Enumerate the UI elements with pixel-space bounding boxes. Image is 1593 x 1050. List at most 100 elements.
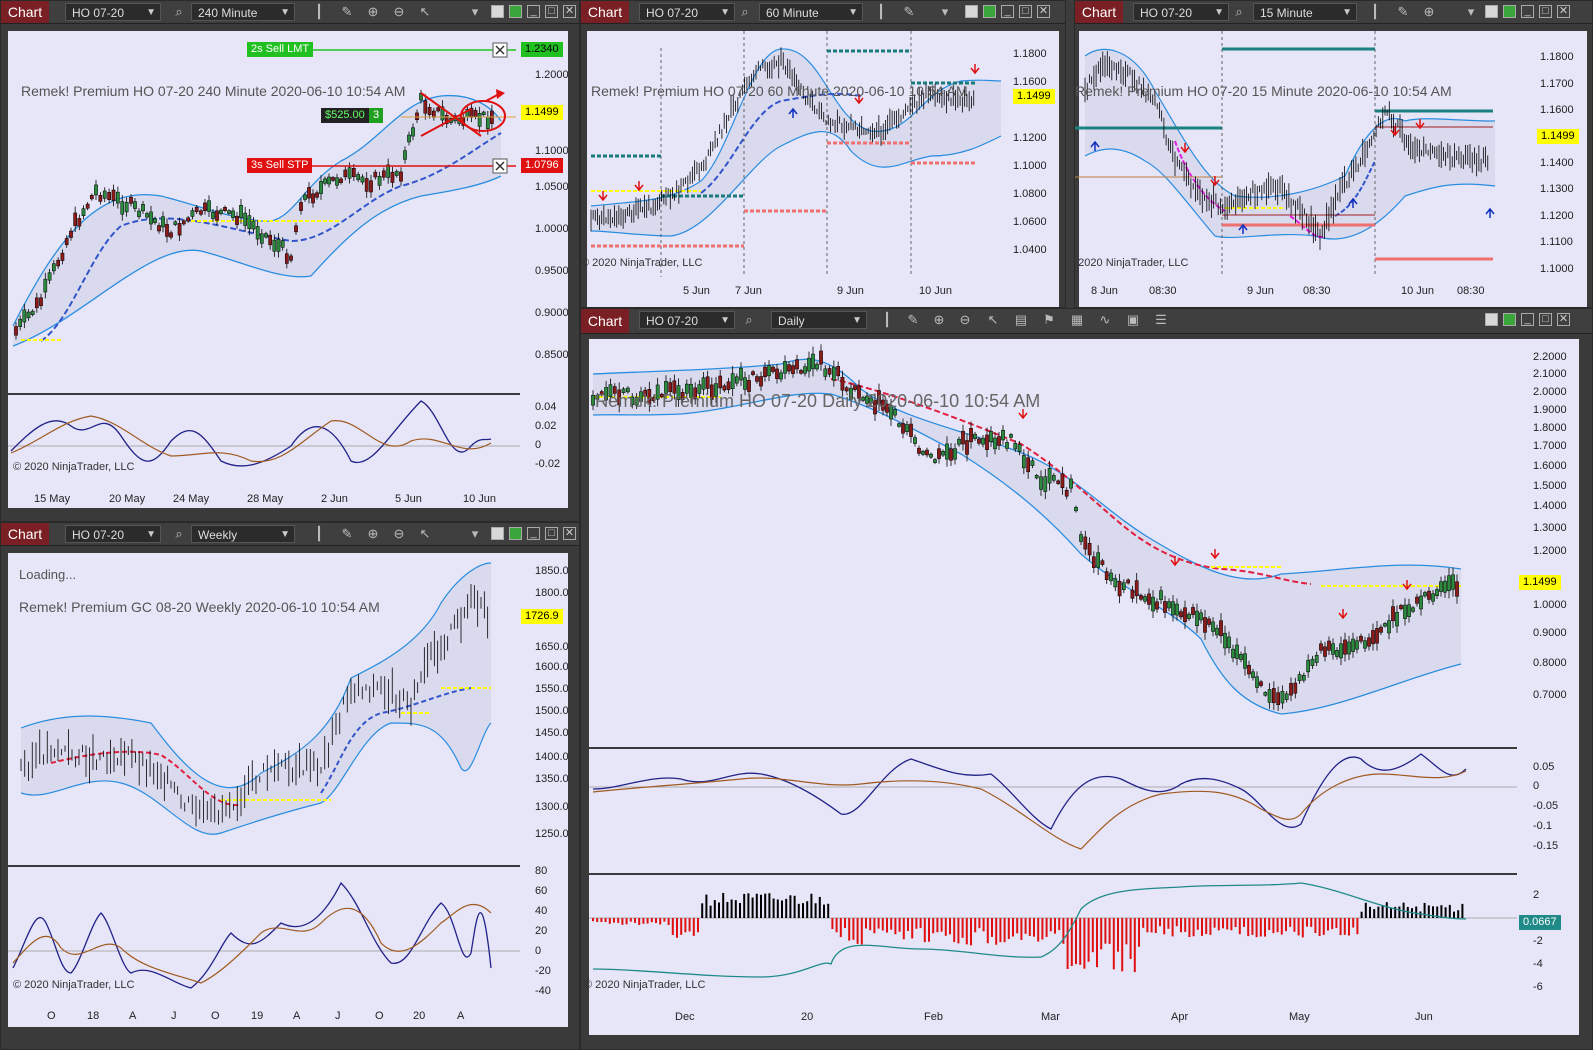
candle-body bbox=[1239, 654, 1243, 660]
price-label: 0.8500 bbox=[535, 349, 569, 361]
candle-body bbox=[1255, 676, 1259, 688]
candle-body bbox=[153, 218, 157, 223]
candle-body bbox=[783, 361, 787, 374]
time-label: Jun bbox=[1415, 1011, 1433, 1023]
oscillator-label: 0.02 bbox=[535, 420, 557, 432]
candle-body bbox=[165, 224, 169, 237]
candle-body bbox=[941, 451, 945, 456]
candle-body bbox=[1227, 636, 1231, 649]
candle-body bbox=[1159, 590, 1163, 600]
position-quantity[interactable]: 3 bbox=[369, 108, 384, 123]
time-label: O bbox=[375, 1010, 384, 1022]
candle-body bbox=[1139, 595, 1143, 600]
candle-body bbox=[840, 376, 845, 391]
chart-title: Remek! Premium HO 07-20 Daily 2020-06-10… bbox=[595, 391, 1041, 411]
candle-body bbox=[747, 380, 751, 392]
candle-body bbox=[182, 220, 186, 225]
candle-body bbox=[1092, 556, 1096, 568]
time-label: Mar bbox=[1041, 1011, 1060, 1023]
time-label: Apr bbox=[1171, 1011, 1189, 1023]
candle-body bbox=[933, 459, 937, 463]
candle-body bbox=[1407, 604, 1411, 617]
candle-body bbox=[1134, 580, 1139, 597]
candle-body bbox=[427, 107, 432, 116]
time-label: May bbox=[1289, 1011, 1310, 1023]
candle-body bbox=[1343, 639, 1347, 655]
candle-body bbox=[1267, 689, 1272, 703]
candle-body bbox=[827, 368, 832, 375]
candle-body bbox=[1379, 626, 1383, 633]
price-label: 1.1200 bbox=[1013, 132, 1047, 144]
candle-body bbox=[905, 424, 909, 433]
candle-body bbox=[1043, 476, 1048, 492]
loading-text: Loading... bbox=[19, 567, 77, 582]
price-label: 1.0000 bbox=[535, 223, 569, 235]
sell-limit-order-label[interactable]: 2s Sell LMT bbox=[247, 42, 314, 57]
time-label: 20 bbox=[413, 1010, 426, 1022]
price-label: 1.6000 bbox=[1533, 460, 1567, 472]
price-label: 0.7000 bbox=[1533, 689, 1567, 701]
price-label: 1.1100 bbox=[1540, 236, 1573, 248]
candle-body bbox=[1087, 543, 1092, 556]
candle-body bbox=[299, 202, 303, 211]
candle-body bbox=[701, 377, 706, 390]
candle-body bbox=[1243, 653, 1247, 669]
candle-body bbox=[1339, 643, 1343, 659]
candle-body bbox=[823, 368, 828, 377]
price-label: 1.1200 bbox=[1540, 210, 1574, 222]
candle-body bbox=[921, 450, 925, 455]
time-label: A bbox=[129, 1010, 137, 1022]
candle-body bbox=[1399, 605, 1403, 610]
time-label: 15 May bbox=[34, 493, 71, 505]
candle-body bbox=[69, 230, 73, 238]
time-label: 8 Jun bbox=[1091, 285, 1118, 297]
candle-body bbox=[407, 134, 411, 143]
histogram-label: -2 bbox=[1533, 935, 1543, 947]
candle-body bbox=[1056, 480, 1060, 484]
time-label: 08:30 bbox=[1457, 285, 1485, 297]
candle-body bbox=[89, 194, 94, 200]
candle-body bbox=[925, 449, 929, 456]
histogram-label: 2 bbox=[1533, 889, 1540, 901]
oscillator-label: -20 bbox=[535, 965, 551, 977]
candle-body bbox=[1272, 688, 1276, 704]
sell-stop-order-label[interactable]: 3s Sell STP bbox=[247, 158, 313, 173]
chart-window-15min: Chart HO 07-20 ▼ ⌕ 15 Minute ▼ ┃ ✎ ⊕ ▾ _ □… bbox=[1074, 0, 1593, 308]
candle-body bbox=[977, 438, 981, 444]
candle-body bbox=[1047, 468, 1052, 484]
candles-daily bbox=[589, 344, 1517, 978]
candle-body bbox=[235, 215, 239, 225]
candle-body bbox=[1203, 617, 1207, 633]
candle-body bbox=[157, 225, 161, 232]
price-label: 1.4000 bbox=[1533, 500, 1567, 512]
candle-body bbox=[1289, 683, 1293, 696]
candle-body bbox=[390, 171, 395, 183]
candle-body bbox=[1263, 692, 1268, 696]
candle-body bbox=[411, 127, 415, 137]
oscillator-label: 80 bbox=[535, 865, 548, 877]
candle-body bbox=[1034, 475, 1039, 479]
time-label: J bbox=[335, 1010, 341, 1022]
oscillator-label: 0 bbox=[1533, 780, 1540, 792]
candle-body bbox=[1280, 691, 1285, 704]
candle-body bbox=[347, 167, 352, 179]
candle-body bbox=[1302, 674, 1306, 681]
candle-body bbox=[1387, 620, 1391, 634]
candle-body bbox=[1415, 596, 1419, 604]
candle-body bbox=[473, 110, 478, 117]
sell-limit-price-tag: 1.2340 bbox=[521, 42, 563, 57]
candle-body bbox=[803, 366, 807, 374]
candle-body bbox=[811, 353, 815, 370]
price-label: 1.0000 bbox=[1533, 599, 1567, 611]
candle-body bbox=[276, 238, 281, 252]
time-label: 20 May bbox=[109, 493, 146, 505]
candle-body bbox=[219, 209, 223, 214]
price-label: 1550.0 bbox=[535, 683, 569, 695]
position-pnl[interactable]: $525.00 bbox=[321, 108, 369, 123]
candle-body bbox=[259, 233, 264, 244]
candle-body bbox=[14, 326, 18, 336]
chart-window-60min: Chart HO 07-20 ▼ ⌕ 60 Minute ▼ ┃ ✎ ▾ _ □ ✕ bbox=[580, 0, 1066, 308]
candle-body bbox=[1455, 581, 1459, 597]
candle-body bbox=[1022, 455, 1026, 469]
chart-title: Remek! Premium HO 07-20 15 Minute 2020-0… bbox=[1075, 83, 1452, 99]
